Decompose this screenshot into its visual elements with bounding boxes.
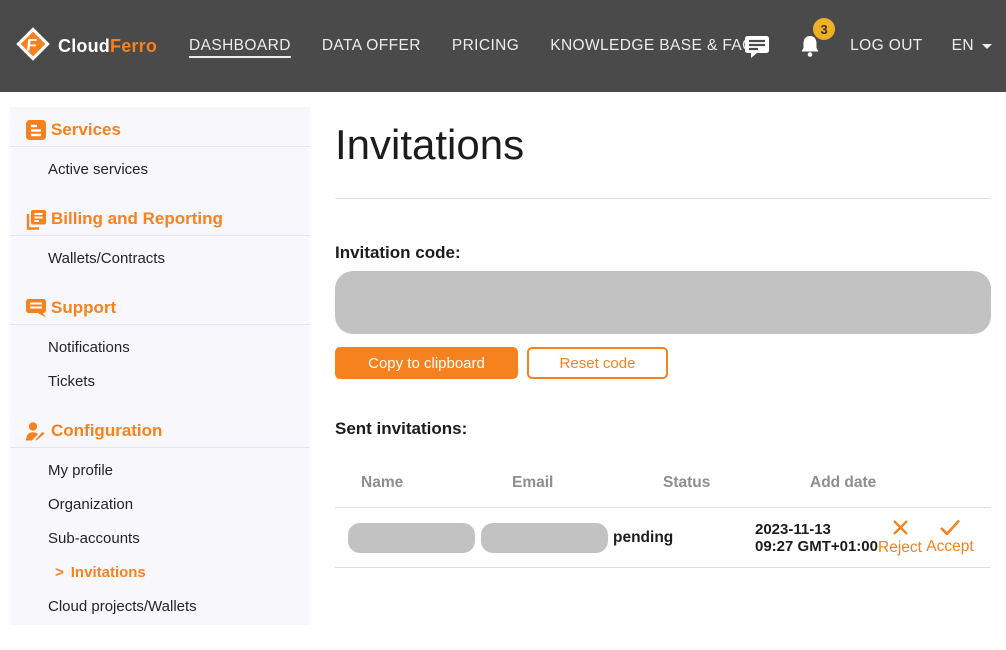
status-badge: pending <box>613 529 720 547</box>
column-header-status: Status <box>613 474 720 492</box>
chat-bubble-icon[interactable] <box>744 34 770 58</box>
sidebar-item-my-profile[interactable]: My profile <box>48 462 310 479</box>
notifications-count-badge: 3 <box>813 18 835 40</box>
services-list-icon <box>25 120 47 140</box>
add-date-cell: 2023-11-13 09:27 GMT+01:00 <box>720 521 872 555</box>
support-chat-icon <box>25 298 47 318</box>
sidebar-item-label: Invitations <box>71 564 146 581</box>
sidebar-section-title: Services <box>51 120 121 140</box>
add-date-time: 09:27 GMT+01:00 <box>755 538 872 555</box>
logo-text: CloudFerro <box>58 36 157 57</box>
reject-invitation-button[interactable]: Reject <box>872 519 928 557</box>
sidebar-item-invitations[interactable]: > Invitations <box>55 564 310 581</box>
sidebar-item-active-services[interactable]: Active services <box>48 161 310 178</box>
sidebar: Services Active services Billing and Rep… <box>10 107 310 625</box>
sidebar-section-billing: Billing and Reporting <box>25 209 310 229</box>
column-header-email: Email <box>481 474 613 492</box>
email-redacted-pill <box>481 523 608 553</box>
divider <box>10 235 310 236</box>
table-row: pending 2023-11-13 09:27 GMT+01:00 Rejec… <box>335 508 991 568</box>
sidebar-item-cloud-projects-wallets[interactable]: Cloud projects/Wallets <box>48 598 310 615</box>
billing-documents-icon <box>25 209 47 230</box>
sidebar-item-organization[interactable]: Organization <box>48 496 310 513</box>
chevron-right-icon: > <box>55 564 64 581</box>
svg-text:F: F <box>26 35 38 54</box>
invitee-email-cell <box>481 523 613 553</box>
main-content: Invitations Invitation code: Copy to cli… <box>335 107 991 568</box>
divider <box>335 198 991 199</box>
top-navbar: F CloudFerro DASHBOARD DATA OFFER PRICIN… <box>0 0 1006 92</box>
table-header-row: Name Email Status Add date <box>335 458 991 508</box>
check-icon <box>939 519 961 535</box>
x-icon <box>892 519 909 536</box>
main-nav-menu: DASHBOARD DATA OFFER PRICING KNOWLEDGE B… <box>189 37 755 55</box>
divider <box>10 146 310 147</box>
sidebar-section-configuration: Configuration <box>25 421 310 441</box>
divider <box>10 324 310 325</box>
invitee-name-cell <box>335 523 481 553</box>
sidebar-item-wallets-contracts[interactable]: Wallets/Contracts <box>48 250 310 267</box>
sent-invitations-table: Name Email Status Add date pending 2023-… <box>335 458 991 568</box>
divider <box>10 447 310 448</box>
bell-icon[interactable]: 3 <box>799 34 821 58</box>
code-actions: Copy to clipboard Reset code <box>335 347 991 379</box>
sidebar-item-sub-accounts[interactable]: Sub-accounts <box>48 530 310 547</box>
accept-invitation-button[interactable]: Accept <box>922 519 978 556</box>
nav-item-pricing[interactable]: PRICING <box>452 37 519 55</box>
sidebar-section-support: Support <box>25 298 310 318</box>
sidebar-section-title: Support <box>51 298 116 318</box>
add-date-date: 2023-11-13 <box>755 521 872 538</box>
column-header-name: Name <box>335 474 481 492</box>
navbar-right-group: 3 LOG OUT EN <box>744 0 992 92</box>
chevron-down-icon <box>982 44 992 49</box>
name-redacted-pill <box>348 523 475 553</box>
language-code: EN <box>952 37 974 55</box>
user-edit-icon <box>25 421 47 441</box>
accept-label: Accept <box>926 538 973 556</box>
cloudferro-logo[interactable]: F CloudFerro <box>14 25 157 68</box>
invitation-code-label: Invitation code: <box>335 243 991 263</box>
sidebar-section-title: Billing and Reporting <box>51 209 223 229</box>
cloudferro-diamond-logo: F <box>14 25 52 68</box>
nav-item-knowledge-base[interactable]: KNOWLEDGE BASE & FAQ <box>550 37 754 55</box>
reject-label: Reject <box>878 539 922 557</box>
nav-item-data-offer[interactable]: DATA OFFER <box>322 37 421 55</box>
sidebar-section-services: Services <box>25 120 310 140</box>
logout-button[interactable]: LOG OUT <box>850 37 923 55</box>
page-title: Invitations <box>335 121 991 169</box>
invitation-code-redacted <box>335 271 991 334</box>
sidebar-item-tickets[interactable]: Tickets <box>48 373 310 390</box>
copy-to-clipboard-button[interactable]: Copy to clipboard <box>335 347 518 379</box>
language-selector[interactable]: EN <box>952 37 992 55</box>
sidebar-item-notifications[interactable]: Notifications <box>48 339 310 356</box>
sent-invitations-label: Sent invitations: <box>335 419 991 439</box>
sidebar-section-title: Configuration <box>51 421 162 441</box>
nav-item-dashboard[interactable]: DASHBOARD <box>189 37 291 55</box>
column-header-add-date: Add date <box>720 474 872 492</box>
reset-code-button[interactable]: Reset code <box>527 347 668 379</box>
